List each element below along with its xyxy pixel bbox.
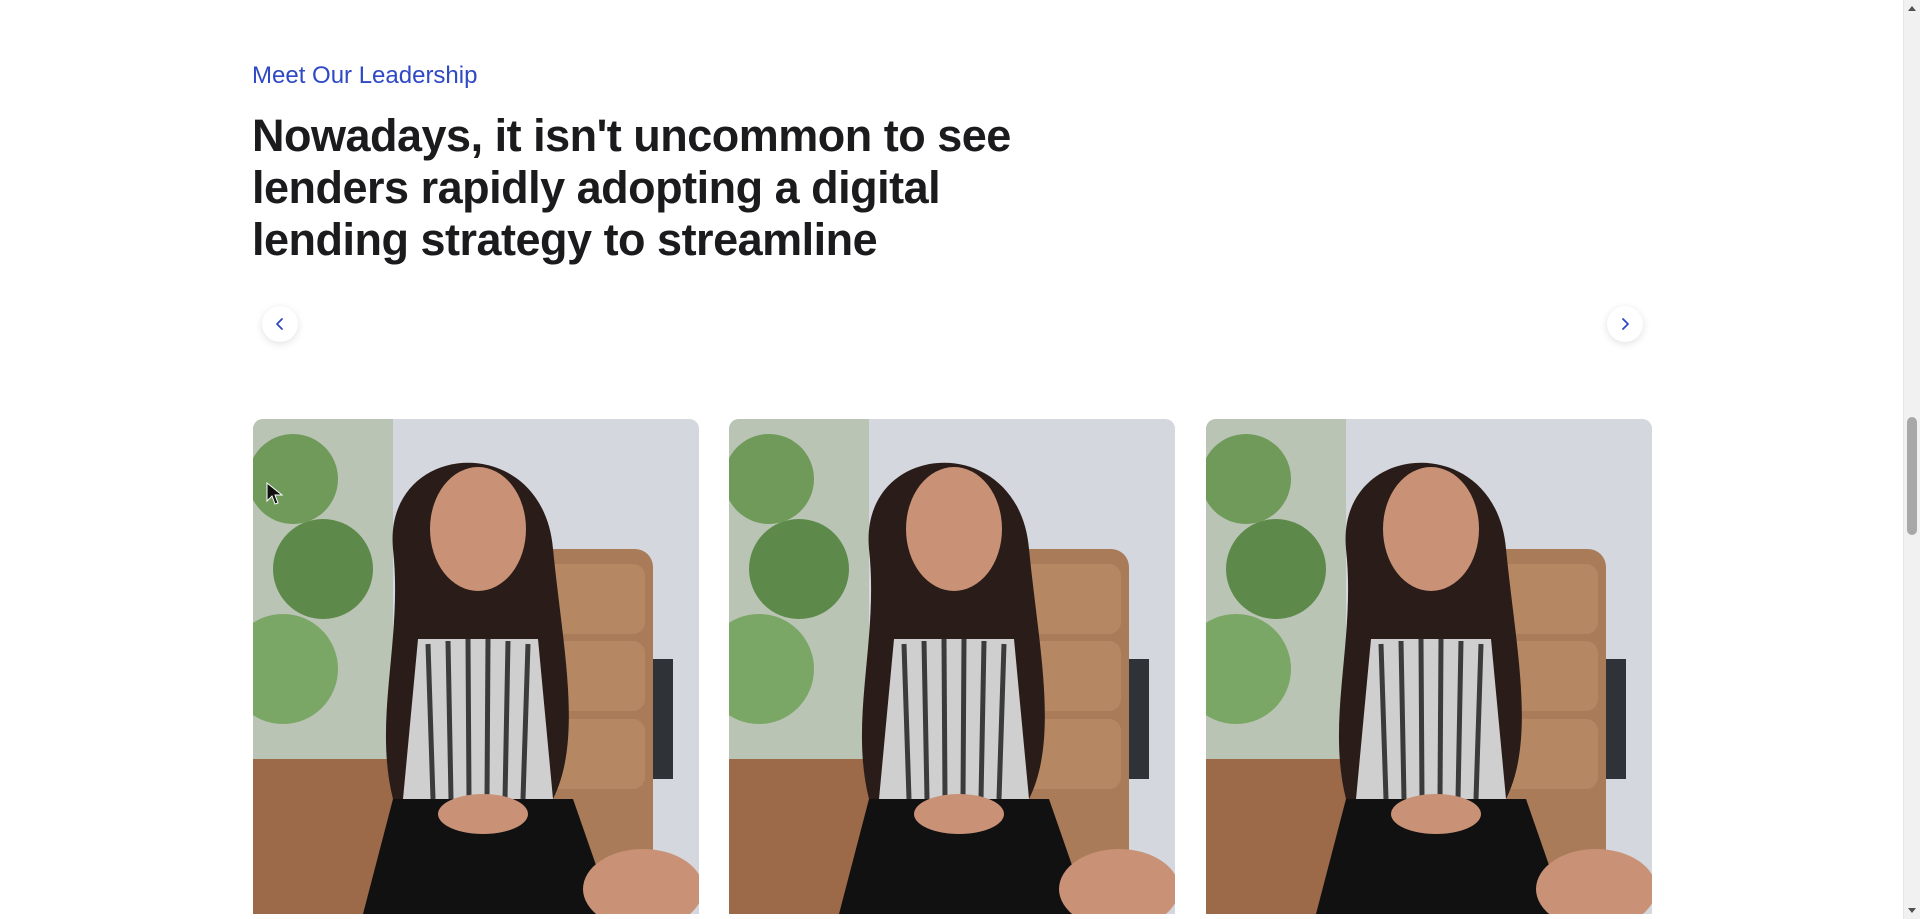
vertical-scrollbar[interactable] (1903, 0, 1920, 919)
section-eyebrow: Meet Our Leadership (252, 62, 478, 89)
leader-photo (729, 419, 1175, 914)
leader-card[interactable] (729, 419, 1175, 914)
leader-card[interactable] (1206, 419, 1652, 914)
page: Meet Our Leadership Nowadays, it isn't u… (0, 0, 1920, 919)
scroll-down-icon[interactable] (1908, 908, 1916, 913)
leader-card[interactable] (253, 419, 699, 914)
leader-photo (253, 419, 699, 914)
chevron-left-icon (276, 318, 283, 330)
carousel-next-button[interactable] (1607, 306, 1643, 342)
chevron-right-icon (1622, 318, 1629, 330)
leadership-carousel (253, 419, 1653, 914)
carousel-prev-button[interactable] (262, 306, 298, 342)
scroll-up-icon[interactable] (1908, 6, 1916, 11)
section-headline: Nowadays, it isn't uncommon to see lende… (252, 110, 1011, 265)
scrollbar-thumb[interactable] (1907, 417, 1917, 535)
leader-photo (1206, 419, 1652, 914)
mouse-cursor-icon (266, 482, 284, 505)
